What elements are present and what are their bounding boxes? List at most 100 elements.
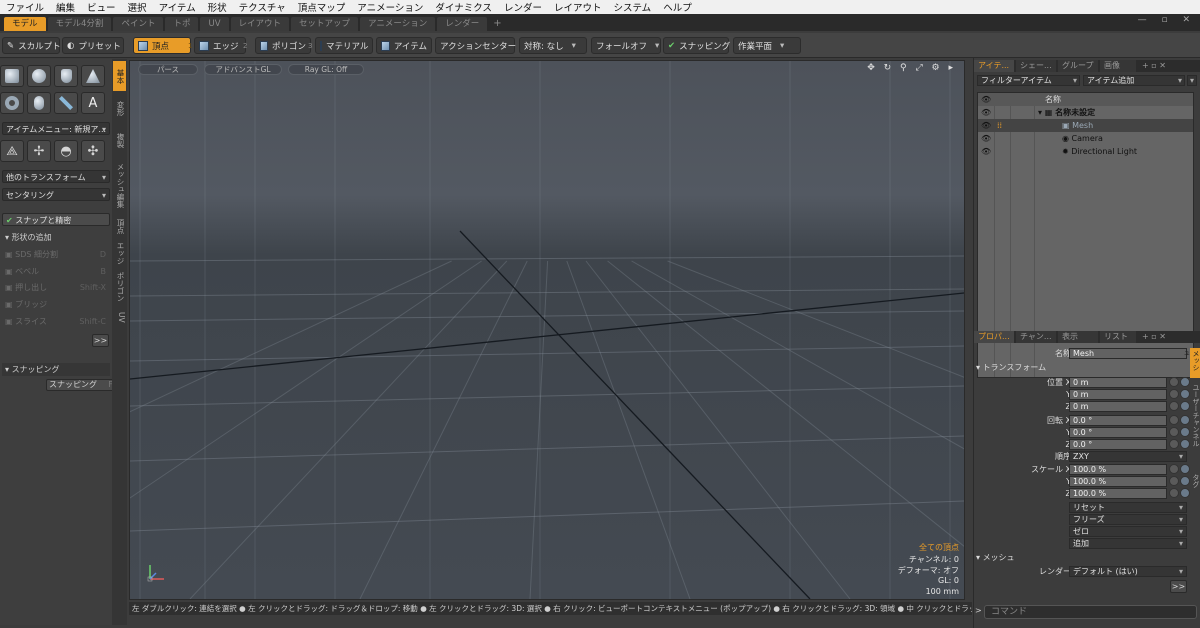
render-dropdown[interactable]: デフォルト (はい) [1069, 566, 1187, 577]
key-icon[interactable] [1180, 377, 1190, 387]
envelope-icon[interactable] [1169, 464, 1179, 474]
add-shape-section[interactable]: ▾ 形状の追加 [2, 231, 110, 244]
tab-shader[interactable]: シェー... [1016, 60, 1056, 72]
tab-layout[interactable]: レイアウト [230, 17, 290, 31]
menu-texture[interactable]: テクスチャ [233, 0, 292, 14]
tab-vertex[interactable]: 頂点 [113, 215, 126, 237]
eye-icon[interactable]: 👁 [981, 119, 991, 132]
sphere-primitive-button[interactable] [27, 65, 51, 87]
bevel-tool[interactable]: ▣ ベベル B [2, 265, 110, 278]
menu-view[interactable]: ビュー [81, 0, 122, 14]
reset-button[interactable]: リセット [1069, 502, 1187, 513]
edge-mode-button[interactable]: エッジ 2 [194, 37, 247, 54]
transform-section[interactable]: ▾ トランスフォーム [976, 362, 1046, 373]
tab-user-channels[interactable]: ユーザーチャンネル [1190, 382, 1200, 468]
tab-deform[interactable]: 変形 [113, 93, 126, 123]
envelope-icon[interactable] [1169, 488, 1179, 498]
envelope-icon[interactable] [1169, 377, 1179, 387]
menu-select[interactable]: 選択 [122, 0, 153, 14]
envelope-icon[interactable] [1169, 415, 1179, 425]
more-tools-button[interactable]: >> [92, 334, 109, 347]
position-z-field[interactable]: 0 m [1069, 401, 1167, 412]
workplane-dropdown[interactable]: 作業平面 [733, 37, 801, 54]
list-item-mesh[interactable]: 👁 ⁞⁞ ▣ Mesh [978, 119, 1193, 132]
position-y-field[interactable]: 0 m [1069, 389, 1167, 400]
material-mode-button[interactable]: マテリアル [315, 37, 373, 54]
tab-topo[interactable]: トポ [165, 17, 199, 31]
tab-animation[interactable]: アニメーション [360, 17, 436, 31]
tab-polygon[interactable]: ポリゴン [113, 269, 126, 305]
menu-edit[interactable]: 編集 [50, 0, 81, 14]
rotate-tool-button[interactable]: ✢ [27, 140, 51, 162]
tab-tags[interactable]: タグ [1190, 472, 1200, 492]
tab-model-quad[interactable]: モデル4分割 [47, 17, 112, 31]
menu-animation[interactable]: アニメーション [351, 0, 429, 14]
mesh-section[interactable]: ▾ メッシュ [976, 552, 1015, 563]
snap-precise-button[interactable]: ✔ スナップと精密 [2, 213, 110, 226]
envelope-icon[interactable] [1169, 401, 1179, 411]
scale-x-field[interactable]: 100.0 % [1069, 464, 1167, 475]
transform-tool-button[interactable]: ✣ [81, 140, 105, 162]
key-icon[interactable] [1180, 476, 1190, 486]
cylinder-primitive-button[interactable] [54, 65, 78, 87]
other-transform-dropdown[interactable]: 他のトランスフォーム [2, 170, 110, 184]
menu-system[interactable]: システム [607, 0, 657, 14]
list-item-scene[interactable]: 👁 ▾ ▦ 名称未設定 [978, 106, 1193, 119]
cube-primitive-button[interactable] [0, 65, 24, 87]
key-icon[interactable] [1180, 439, 1190, 449]
tab-model[interactable]: モデル [4, 17, 46, 31]
add-transform-button[interactable]: 追加 [1069, 538, 1187, 549]
polygon-mode-button[interactable]: ポリゴン 3 [255, 37, 312, 54]
snapping-section[interactable]: ▾ スナッピング [2, 363, 110, 376]
scale-z-field[interactable]: 100.0 % [1069, 488, 1167, 499]
add-tab-button[interactable]: + [489, 17, 505, 31]
filter-items-dropdown[interactable]: フィルターアイテム [977, 75, 1080, 86]
rotation-order-dropdown[interactable]: ZXY [1069, 451, 1187, 462]
symmetry-dropdown[interactable]: 対称: なし [519, 37, 587, 54]
tab-display[interactable]: 表示 [1058, 331, 1098, 343]
item-mode-button[interactable]: アイテム [376, 37, 432, 54]
key-icon[interactable] [1180, 427, 1190, 437]
tab-basic[interactable]: 基本 [113, 61, 126, 91]
freeze-button[interactable]: フリーズ [1069, 514, 1187, 525]
pen-tool-button[interactable] [54, 92, 78, 114]
3d-viewport[interactable]: パース アドバンストGL Ray GL: Off ✥ ↻ ⚲ ⤢ ⚙ ▸ 全ての… [129, 60, 965, 600]
menu-dynamics[interactable]: ダイナミクス [429, 0, 498, 14]
menu-vertex-map[interactable]: 頂点マップ [292, 0, 352, 14]
tab-images[interactable]: 画像 [1100, 60, 1136, 72]
envelope-icon[interactable] [1169, 476, 1179, 486]
position-x-field[interactable]: 0 m [1069, 377, 1167, 388]
rotation-x-field[interactable]: 0.0 ° [1069, 415, 1167, 426]
more-properties-button[interactable]: >> [1170, 580, 1187, 593]
envelope-icon[interactable] [1169, 389, 1179, 399]
lock-icon[interactable]: ⁞⁞ [997, 119, 1002, 132]
tab-setup[interactable]: セットアップ [291, 17, 359, 31]
tab-properties[interactable]: プロパ... [974, 331, 1014, 343]
tab-groups[interactable]: グループ [1058, 60, 1098, 72]
eye-icon[interactable]: 👁 [981, 145, 991, 158]
eye-icon[interactable]: 👁 [981, 106, 991, 119]
envelope-icon[interactable] [1169, 427, 1179, 437]
slice-tool[interactable]: ▣ スライス Shift-C [2, 315, 110, 328]
view-advanced-gl-button[interactable]: アドバンストGL [204, 64, 282, 75]
tab-uv-tools[interactable]: UV [113, 307, 126, 327]
panel-controls-icon[interactable]: + ▫ ✕ [1138, 331, 1168, 343]
tab-edge[interactable]: エッジ [113, 239, 126, 267]
sds-subdivide-tool[interactable]: ▣ SDS 細分割 D [2, 248, 110, 261]
torus-primitive-button[interactable] [0, 92, 24, 114]
vertex-mode-button[interactable]: 頂点 1 [133, 37, 192, 54]
tab-render[interactable]: レンダー [437, 17, 488, 31]
text-tool-button[interactable]: A [81, 92, 105, 114]
add-item-dropdown[interactable]: アイテム追加 [1083, 75, 1185, 86]
menu-help[interactable]: ヘルプ [657, 0, 698, 14]
extrude-tool[interactable]: ▣ 押し出し Shift-X [2, 281, 110, 294]
move-tool-button[interactable]: ⟁ [0, 140, 24, 162]
view-raygl-button[interactable]: Ray GL: Off [288, 64, 364, 75]
centering-dropdown[interactable]: センタリング [2, 188, 110, 202]
name-field[interactable]: Mesh [1069, 348, 1187, 359]
preset-button[interactable]: ◐ プリセット [62, 37, 124, 54]
snapping-toggle[interactable]: ✔ スナッピング [663, 37, 730, 54]
capsule-primitive-button[interactable] [27, 92, 51, 114]
tab-items[interactable]: アイテ... [974, 60, 1014, 72]
rotation-z-field[interactable]: 0.0 ° [1069, 439, 1167, 450]
